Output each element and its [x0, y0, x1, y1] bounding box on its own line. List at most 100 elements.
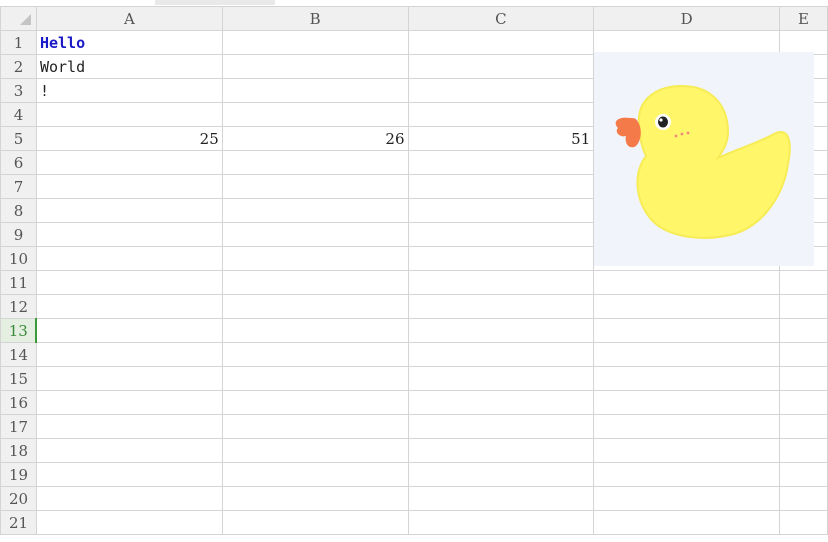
- cell[interactable]: [779, 462, 828, 487]
- cell-e1[interactable]: [779, 30, 828, 55]
- cell[interactable]: [35, 222, 223, 247]
- cell-d1[interactable]: [593, 30, 780, 55]
- cell[interactable]: [779, 438, 828, 463]
- cell[interactable]: [221, 414, 409, 439]
- cell[interactable]: [221, 150, 409, 175]
- row-header-11[interactable]: 11: [0, 270, 37, 295]
- cell[interactable]: [593, 438, 780, 463]
- cell[interactable]: [407, 438, 595, 463]
- cell-b4[interactable]: [221, 102, 409, 127]
- cell[interactable]: [35, 510, 223, 535]
- cell[interactable]: [35, 294, 223, 319]
- row-header-2[interactable]: 2: [0, 54, 37, 79]
- cell[interactable]: [593, 510, 780, 535]
- cell[interactable]: [35, 366, 223, 391]
- cell[interactable]: [221, 222, 409, 247]
- cell[interactable]: [407, 246, 595, 271]
- row-header-16[interactable]: 16: [0, 390, 37, 415]
- cell[interactable]: [221, 366, 409, 391]
- cell[interactable]: [593, 318, 780, 343]
- cell[interactable]: [221, 294, 409, 319]
- cell-a5[interactable]: 25: [35, 126, 223, 151]
- row-header-20[interactable]: 20: [0, 486, 37, 511]
- row-header-18[interactable]: 18: [0, 438, 37, 463]
- cell-c3[interactable]: [407, 78, 595, 103]
- cell[interactable]: [35, 486, 223, 511]
- cell[interactable]: [593, 294, 780, 319]
- cell[interactable]: [221, 174, 409, 199]
- row-header-3[interactable]: 3: [0, 78, 37, 103]
- tab-hint[interactable]: [155, 0, 275, 5]
- row-header-4[interactable]: 4: [0, 102, 37, 127]
- cell-a1[interactable]: Hello: [35, 30, 223, 55]
- cell-a3[interactable]: !: [35, 78, 223, 103]
- cell[interactable]: [35, 150, 223, 175]
- cell-b3[interactable]: [221, 78, 409, 103]
- cell[interactable]: [593, 342, 780, 367]
- cell[interactable]: [407, 222, 595, 247]
- row-header-17[interactable]: 17: [0, 414, 37, 439]
- row-header-9[interactable]: 9: [0, 222, 37, 247]
- row-header-10[interactable]: 10: [0, 246, 37, 271]
- cell[interactable]: [779, 510, 828, 535]
- cell[interactable]: [407, 510, 595, 535]
- cell[interactable]: [35, 174, 223, 199]
- cell-b2[interactable]: [221, 54, 409, 79]
- cell[interactable]: [407, 174, 595, 199]
- cell-a4[interactable]: [35, 102, 223, 127]
- row-header-8[interactable]: 8: [0, 198, 37, 223]
- cell[interactable]: [593, 486, 780, 511]
- cell[interactable]: [221, 486, 409, 511]
- column-header-b[interactable]: B: [221, 6, 409, 31]
- cell[interactable]: [407, 390, 595, 415]
- row-header-1[interactable]: 1: [0, 30, 37, 55]
- cell[interactable]: [35, 462, 223, 487]
- cell[interactable]: [407, 342, 595, 367]
- row-header-7[interactable]: 7: [0, 174, 37, 199]
- cell[interactable]: [593, 270, 780, 295]
- cell-c1[interactable]: [407, 30, 595, 55]
- row-header-21[interactable]: 21: [0, 510, 37, 535]
- cell[interactable]: [221, 318, 409, 343]
- cell-a2[interactable]: World: [35, 54, 223, 79]
- cell[interactable]: [593, 390, 780, 415]
- cell[interactable]: [593, 366, 780, 391]
- cell[interactable]: [221, 270, 409, 295]
- cell-c5[interactable]: 51: [407, 126, 595, 151]
- cell[interactable]: [779, 270, 828, 295]
- cell-b5[interactable]: 26: [221, 126, 409, 151]
- cell[interactable]: [35, 390, 223, 415]
- cell[interactable]: [779, 486, 828, 511]
- row-header-12[interactable]: 12: [0, 294, 37, 319]
- cell[interactable]: [35, 246, 223, 271]
- row-header-13[interactable]: 13: [0, 318, 38, 343]
- row-header-5[interactable]: 5: [0, 126, 37, 151]
- column-header-d[interactable]: D: [593, 6, 780, 31]
- row-header-14[interactable]: 14: [0, 342, 37, 367]
- cell[interactable]: [35, 270, 223, 295]
- row-header-19[interactable]: 19: [0, 462, 37, 487]
- rubber-duck-image[interactable]: [594, 52, 814, 266]
- cell[interactable]: [779, 342, 828, 367]
- cell[interactable]: [779, 390, 828, 415]
- cell[interactable]: [35, 318, 223, 343]
- cell[interactable]: [35, 438, 223, 463]
- cell[interactable]: [221, 462, 409, 487]
- cell[interactable]: [407, 150, 595, 175]
- cell[interactable]: [221, 510, 409, 535]
- cell[interactable]: [407, 270, 595, 295]
- cell[interactable]: [221, 390, 409, 415]
- cell[interactable]: [221, 198, 409, 223]
- cell-c2[interactable]: [407, 54, 595, 79]
- cell[interactable]: [593, 414, 780, 439]
- cell[interactable]: [779, 294, 828, 319]
- cell[interactable]: [35, 198, 223, 223]
- cell[interactable]: [35, 342, 223, 367]
- cell[interactable]: [407, 414, 595, 439]
- cell[interactable]: [779, 366, 828, 391]
- cell[interactable]: [779, 318, 828, 343]
- cell-b1[interactable]: [221, 30, 409, 55]
- cell[interactable]: [221, 246, 409, 271]
- cell[interactable]: [407, 462, 595, 487]
- row-header-15[interactable]: 15: [0, 366, 37, 391]
